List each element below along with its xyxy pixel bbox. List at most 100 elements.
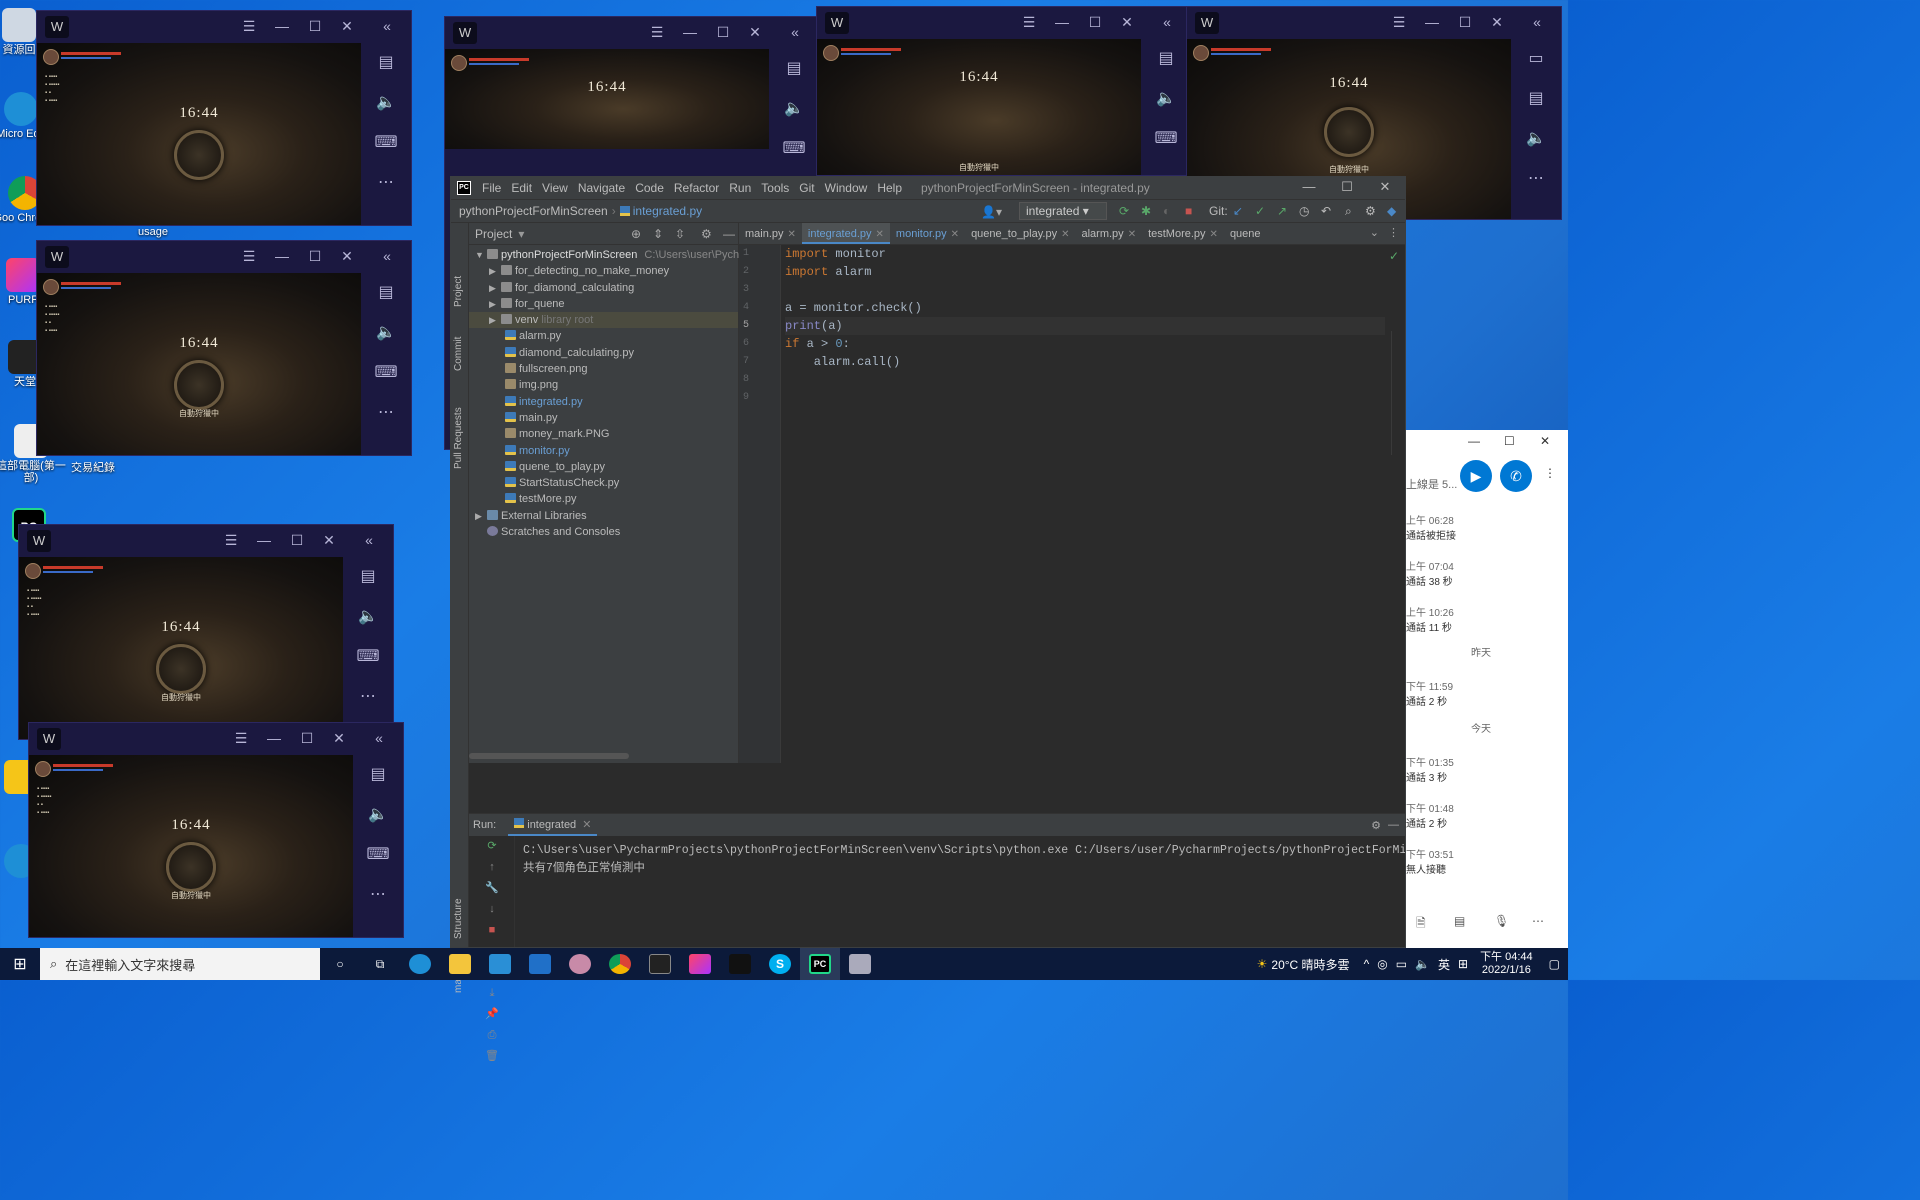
collapse-icon[interactable]: « <box>369 730 389 746</box>
hide-icon[interactable]: — <box>1388 819 1399 831</box>
note-icon[interactable]: ▤ <box>1511 79 1561 119</box>
chevron-up-icon[interactable]: ^ <box>1364 957 1370 971</box>
pin-icon[interactable]: 📌 <box>469 1004 515 1025</box>
note-icon[interactable]: ▤ <box>1141 39 1191 79</box>
more-icon[interactable]: ⋯ <box>361 393 411 433</box>
taskbar-pycharm[interactable]: PC <box>800 948 840 980</box>
cortana-icon[interactable]: ○ <box>320 948 360 980</box>
menu-icon[interactable]: ☰ <box>239 248 259 265</box>
emulator-titlebar[interactable]: W ☰ — ☐ ✕ « <box>19 525 393 557</box>
emulator-titlebar[interactable]: W ☰ — ☐ ✕ « <box>1187 7 1561 39</box>
horizontal-scrollbar[interactable] <box>469 753 629 759</box>
chevron-down-icon[interactable]: ▾ <box>518 227 524 241</box>
minimize-icon[interactable]: — <box>1468 434 1480 448</box>
wrench-icon[interactable]: 🔧 <box>469 878 515 899</box>
menu-view[interactable]: View <box>537 181 573 195</box>
minimize-icon[interactable]: — <box>264 730 284 746</box>
minimize-icon[interactable]: — <box>272 18 292 34</box>
clock[interactable]: 下午 04:44 2022/1/16 <box>1472 951 1541 977</box>
call-entry[interactable]: 上午 10:26 通話 11 秒 <box>1406 604 1454 634</box>
git-push-icon[interactable]: ↗ <box>1277 204 1287 218</box>
emulator-window[interactable]: W ☰ — ☐ ✕ « 16:44 自動狩獵中 ▤ 🔈 ⌨ <box>816 6 1192 176</box>
more-icon[interactable]: ⋯ <box>361 163 411 203</box>
collapse-icon[interactable]: « <box>785 24 805 40</box>
keyboard-icon[interactable]: ⌨ <box>769 129 819 169</box>
more-icon[interactable]: ⋯ <box>353 875 403 915</box>
code-line[interactable]: if a > 0: <box>785 335 1385 353</box>
input-method-icon[interactable]: ⊞ <box>1458 957 1468 971</box>
keyboard-icon[interactable]: ⌨ <box>1141 119 1191 159</box>
minimize-icon[interactable]: — <box>272 248 292 264</box>
call-entry[interactable]: 下午 11:59 通話 2 秒 <box>1406 678 1453 708</box>
emulator-titlebar[interactable]: W ☰ — ☐ ✕ « <box>445 17 819 49</box>
more-icon[interactable]: ⋯ <box>343 677 393 717</box>
stop-icon[interactable]: ■ <box>469 920 515 941</box>
code-line[interactable]: import monitor <box>785 245 1385 263</box>
close-tab-icon[interactable]: ✕ <box>1210 229 1218 240</box>
maximize-icon[interactable]: ☐ <box>713 24 733 41</box>
collapse-all-icon[interactable]: ⇳ <box>675 227 685 241</box>
tree-item[interactable]: quene_to_play.py <box>469 459 738 475</box>
close-tab-icon[interactable]: ✕ <box>876 229 884 240</box>
collapse-icon[interactable]: « <box>359 532 379 548</box>
menu-code[interactable]: Code <box>630 181 669 195</box>
taskbar-chrome[interactable] <box>600 948 640 980</box>
menu-icon[interactable]: ☰ <box>221 532 241 549</box>
note-icon[interactable]: ▤ <box>353 755 403 795</box>
desktop-icon-trade-log[interactable]: 交易紀錄 <box>58 462 128 474</box>
more-icon[interactable]: ⋮ <box>1388 226 1399 239</box>
gear-icon[interactable]: ⚙ <box>701 227 712 241</box>
menu-git[interactable]: Git <box>794 181 819 195</box>
volume-icon[interactable]: 🔈 <box>361 313 411 353</box>
windows-start-icon[interactable]: ⊞ <box>0 954 40 974</box>
file-icon[interactable]: 🗎 <box>1416 914 1426 935</box>
tree-external-libraries[interactable]: ▶ External Libraries <box>469 508 738 524</box>
note-icon[interactable]: ▤ <box>361 43 411 83</box>
emulator-titlebar[interactable]: W ☰ — ☐ ✕ « <box>817 7 1191 39</box>
tree-item[interactable]: alarm.py <box>469 328 738 344</box>
volume-icon[interactable]: 🔈 <box>361 83 411 123</box>
code-line[interactable]: import alarm <box>785 263 1385 281</box>
emulator-window[interactable]: W ☰ — ☐ ✕ « ▪ ▪▪▪▪ ▪ ▪▪▪▪▪ ▪ ▪ ▪ ▪▪▪▪ 16:44… <box>18 524 394 740</box>
maximize-icon[interactable]: ☐ <box>287 532 307 549</box>
rerun-icon[interactable]: ⟳ <box>469 836 515 857</box>
side-tab-project[interactable]: Project <box>453 276 464 307</box>
call-entry[interactable]: 下午 03:51 無人接聽 <box>1406 846 1454 876</box>
maximize-icon[interactable]: ☐ <box>1455 14 1475 31</box>
taskbar-mail[interactable] <box>520 948 560 980</box>
taskbar-game[interactable] <box>720 948 760 980</box>
locate-icon[interactable]: ⊕ <box>631 227 641 241</box>
more-icon[interactable]: ⋮ <box>1544 466 1556 480</box>
chevron-down-icon[interactable]: ⌄ <box>1370 226 1379 239</box>
down-arrow-icon[interactable]: ↓ <box>469 899 515 920</box>
tree-item[interactable]: monitor.py <box>469 443 738 459</box>
call-entry[interactable]: 下午 01:35 通話 3 秒 <box>1406 754 1454 784</box>
taskbar-purr[interactable] <box>680 948 720 980</box>
keyboard-icon[interactable]: ⌨ <box>343 637 393 677</box>
keyboard-icon[interactable]: ⌨ <box>361 353 411 393</box>
coverage-icon[interactable]: ◐ <box>1163 204 1170 218</box>
tree-item[interactable]: money_mark.PNG <box>469 426 738 442</box>
code-line-current[interactable]: print(a) <box>785 317 1385 335</box>
keyboard-icon[interactable]: ⌨ <box>353 835 403 875</box>
notification-icon[interactable]: ▢ <box>1549 957 1560 971</box>
menu-help[interactable]: Help <box>872 181 907 195</box>
microphone-icon[interactable]: 🎙 <box>1494 914 1509 928</box>
taskbar-store[interactable] <box>480 948 520 980</box>
taskbar-app-a[interactable] <box>560 948 600 980</box>
ime-indicator[interactable]: 英 <box>1438 956 1450 973</box>
emulator-window[interactable]: W ☰ — ☐ ✕ « ▪ ▪▪▪▪ ▪ ▪▪▪▪▪ ▪ ▪ ▪ ▪▪▪▪ 16:44… <box>28 722 404 938</box>
run-tab[interactable]: integrated ✕ <box>508 814 598 836</box>
weather-text[interactable]: 20°C 晴時多雲 <box>1271 956 1349 973</box>
tab-quene-to-play-py[interactable]: quene_to_play.py ✕ <box>965 223 1075 244</box>
game-screen[interactable]: ▪ ▪▪▪▪ ▪ ▪▪▪▪▪ ▪ ▪ ▪ ▪▪▪▪ 16:44 自動狩獵中 <box>19 557 343 739</box>
network-icon[interactable]: ▭ <box>1396 957 1407 971</box>
note-icon[interactable]: ▤ <box>343 557 393 597</box>
minimize-icon[interactable]: — <box>1052 14 1072 30</box>
side-tab-structure[interactable]: Structure <box>453 898 464 939</box>
tree-item[interactable]: main.py <box>469 410 738 426</box>
chat-icon[interactable]: ▭ <box>1511 39 1561 79</box>
menu-refactor[interactable]: Refactor <box>669 181 724 195</box>
close-tab-icon[interactable]: ✕ <box>951 229 959 240</box>
tree-item[interactable]: ▶ venv library root <box>469 312 738 329</box>
